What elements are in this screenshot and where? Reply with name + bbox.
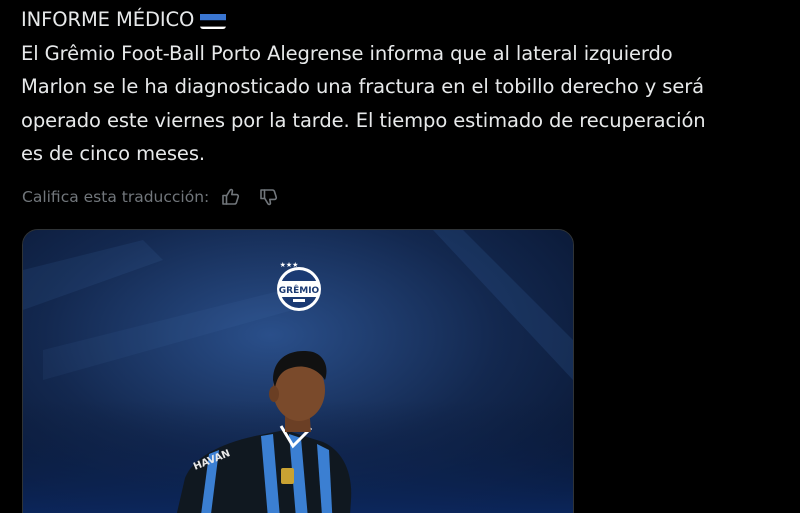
estonia-flag-icon <box>200 10 227 29</box>
tweet-text: INFORME MÉDICO El Grêmio Foot-Ball Porto… <box>21 3 781 171</box>
thumbs-down-button[interactable] <box>256 184 282 210</box>
tweet-heading-line: INFORME MÉDICO <box>21 3 781 37</box>
tweet-body-line: El Grêmio Foot-Ball Porto Alegrense info… <box>21 41 673 65</box>
tweet-media-image[interactable]: ★★★ GRÊMIO HAVAN <box>22 229 574 513</box>
tweet-body-line: operado este viernes por la tarde. El ti… <box>21 108 706 132</box>
thumbs-down-icon <box>260 189 278 206</box>
translation-rating: Califica esta traducción: <box>22 184 282 210</box>
thumbs-up-button[interactable] <box>218 184 244 210</box>
crest-label: GRÊMIO <box>279 284 320 296</box>
tweet-body-line: Marlon se le ha diagnosticado una fractu… <box>21 75 705 98</box>
tweet-body-line: es de cinco meses. <box>21 142 205 165</box>
thumbs-up-icon <box>222 188 240 205</box>
tweet-heading: INFORME MÉDICO <box>21 8 195 31</box>
translation-rating-label: Califica esta traducción: <box>22 188 210 206</box>
player-photo: ★★★ GRÊMIO HAVAN <box>23 230 573 513</box>
